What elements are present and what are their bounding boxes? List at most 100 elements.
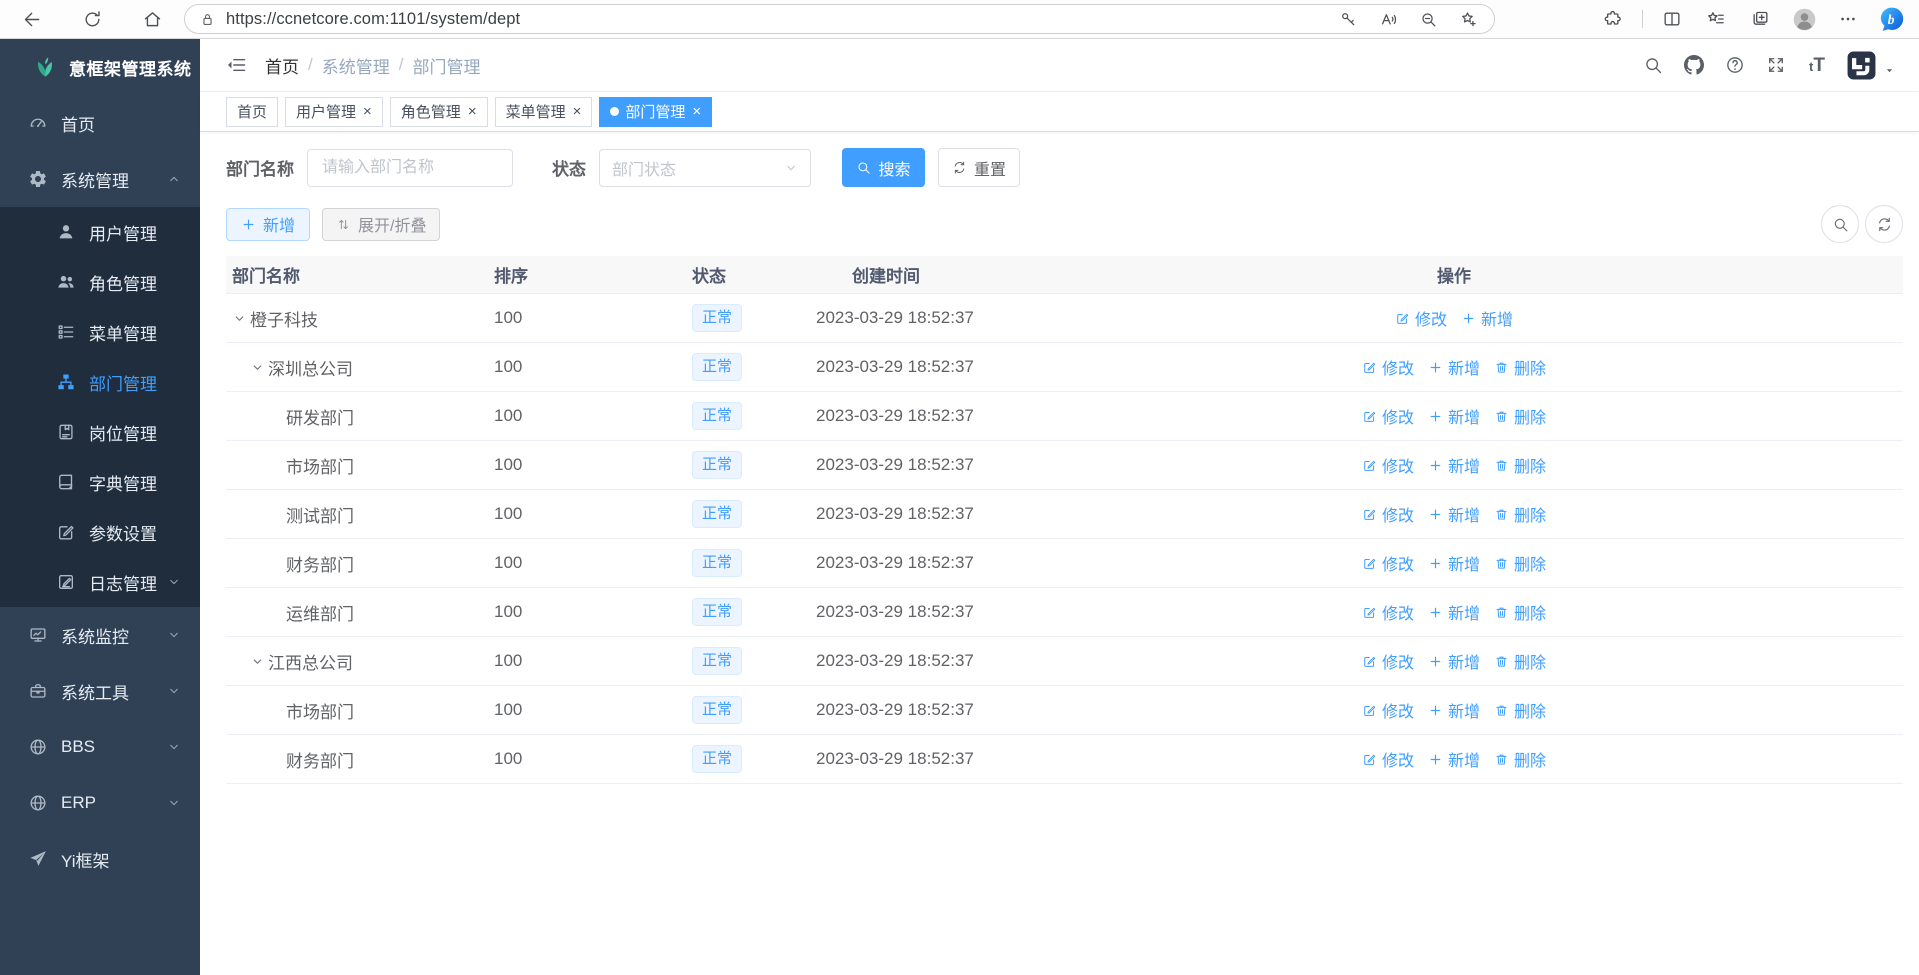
sidebar-item-user-mgmt[interactable]: 用户管理 <box>0 207 200 257</box>
zoom-out-button[interactable] <box>1416 3 1440 35</box>
profile-button[interactable] <box>1789 3 1819 35</box>
sidebar-item-role-mgmt[interactable]: 角色管理 <box>0 257 200 307</box>
close-icon[interactable]: × <box>573 104 582 119</box>
add-button[interactable]: 新增 <box>226 208 310 241</box>
key-button[interactable] <box>1336 3 1360 35</box>
table-row-marketing-dept-jx: 市场部门100正常2023-03-29 18:52:37修改新增删除 <box>226 686 1903 735</box>
add-link[interactable]: 新增 <box>1428 551 1480 575</box>
close-icon[interactable]: × <box>468 104 477 119</box>
address-bar[interactable]: https://ccnetcore.com:1101/system/dept <box>184 4 1495 34</box>
modify-link[interactable]: 修改 <box>1362 453 1414 477</box>
add-link[interactable]: 新增 <box>1428 453 1480 477</box>
header-search-button[interactable] <box>1640 49 1666 81</box>
sidebar-item-erp[interactable]: ERP <box>0 775 200 831</box>
sidebar-item-menu-mgmt[interactable]: 菜单管理 <box>0 307 200 357</box>
dept-name-cell: 江西总公司 <box>226 649 494 674</box>
expand-caret-icon[interactable] <box>250 360 265 375</box>
modify-link[interactable]: 修改 <box>1362 698 1414 722</box>
sidebar-item-dict-mgmt[interactable]: 字典管理 <box>0 457 200 507</box>
action-label: 删除 <box>1514 698 1546 722</box>
browser-action-buttons: b <box>1507 3 1907 35</box>
menu-fold-icon[interactable] <box>226 54 248 76</box>
modify-link[interactable]: 修改 <box>1362 502 1414 526</box>
github-button[interactable] <box>1681 49 1707 81</box>
dept-name-input[interactable] <box>307 149 513 187</box>
sidebar-item-param-settings[interactable]: 参数设置 <box>0 507 200 557</box>
collections-button[interactable] <box>1745 3 1775 35</box>
sidebar-item-yi-framework[interactable]: Yi框架 <box>0 831 200 887</box>
font-size-button[interactable]: tT <box>1804 49 1830 81</box>
add-link[interactable]: 新增 <box>1428 404 1480 428</box>
bing-button[interactable]: b <box>1877 3 1907 35</box>
favorite-add-button[interactable] <box>1456 3 1480 35</box>
user-avatar[interactable] <box>1846 50 1895 81</box>
menu-list-icon <box>56 322 76 342</box>
search-circle-button[interactable] <box>1821 205 1859 243</box>
add-link[interactable]: 新增 <box>1428 355 1480 379</box>
tools-icon <box>28 681 48 701</box>
home-button[interactable] <box>132 3 172 35</box>
reset-button[interactable]: 重置 <box>938 148 1020 187</box>
modify-link[interactable]: 修改 <box>1362 551 1414 575</box>
delete-link[interactable]: 删除 <box>1494 747 1546 771</box>
extensions-button[interactable] <box>1598 3 1628 35</box>
sidebar-item-dept-mgmt[interactable]: 部门管理 <box>0 357 200 407</box>
modify-link[interactable]: 修改 <box>1362 404 1414 428</box>
action-label: 删除 <box>1514 649 1546 673</box>
tab-role-mgmt[interactable]: 角色管理× <box>390 97 488 127</box>
sidebar-item-bbs[interactable]: BBS <box>0 719 200 775</box>
close-icon[interactable]: × <box>692 104 701 119</box>
plus-icon <box>1428 360 1443 375</box>
expand-collapse-button[interactable]: 展开/折叠 <box>322 208 440 241</box>
add-link[interactable]: 新增 <box>1428 698 1480 722</box>
tab-home[interactable]: 首页 <box>226 97 278 127</box>
modify-link[interactable]: 修改 <box>1362 600 1414 624</box>
delete-link[interactable]: 删除 <box>1494 404 1546 428</box>
actions-cell: 修改新增删除 <box>1344 551 1564 575</box>
refresh-circle-button[interactable] <box>1865 205 1903 243</box>
sidebar-item-home[interactable]: 首页 <box>0 95 200 151</box>
expand-caret-icon[interactable] <box>232 311 247 326</box>
delete-link[interactable]: 删除 <box>1494 698 1546 722</box>
search-button[interactable]: 搜索 <box>842 148 925 187</box>
add-link[interactable]: 新增 <box>1428 747 1480 771</box>
delete-link[interactable]: 删除 <box>1494 551 1546 575</box>
chevron-down-icon <box>167 684 181 698</box>
help-button[interactable] <box>1722 49 1748 81</box>
add-link[interactable]: 新增 <box>1461 306 1513 330</box>
back-button[interactable] <box>12 3 52 35</box>
sidebar-item-system-tools[interactable]: 系统工具 <box>0 663 200 719</box>
expand-caret-icon[interactable] <box>250 654 265 669</box>
delete-link[interactable]: 删除 <box>1494 355 1546 379</box>
close-icon[interactable]: × <box>363 104 372 119</box>
reload-button[interactable] <box>72 3 112 35</box>
fullscreen-button[interactable] <box>1763 49 1789 81</box>
sidebar-item-post-mgmt[interactable]: 岗位管理 <box>0 407 200 457</box>
modify-link[interactable]: 修改 <box>1395 306 1447 330</box>
breadcrumb-item[interactable]: 首页 <box>265 53 299 78</box>
modify-link[interactable]: 修改 <box>1362 649 1414 673</box>
tab-user-mgmt[interactable]: 用户管理× <box>285 97 383 127</box>
favorites-button[interactable] <box>1701 3 1731 35</box>
more-button[interactable] <box>1833 3 1863 35</box>
modify-link[interactable]: 修改 <box>1362 355 1414 379</box>
status-badge: 正常 <box>692 451 742 479</box>
delete-link[interactable]: 删除 <box>1494 453 1546 477</box>
delete-link[interactable]: 删除 <box>1494 649 1546 673</box>
app-logo: 意框架管理系统 <box>0 39 200 95</box>
delete-link[interactable]: 删除 <box>1494 600 1546 624</box>
sidebar-item-system-mgmt[interactable]: 系统管理 <box>0 151 200 207</box>
read-aloud-button[interactable] <box>1376 3 1400 35</box>
add-link[interactable]: 新增 <box>1428 600 1480 624</box>
status-select[interactable]: 部门状态 <box>599 149 811 187</box>
sidebar-item-system-monitor[interactable]: 系统监控 <box>0 607 200 663</box>
tab-menu-mgmt[interactable]: 菜单管理× <box>495 97 593 127</box>
breadcrumb-item: 系统管理 <box>322 53 390 78</box>
delete-link[interactable]: 删除 <box>1494 502 1546 526</box>
add-link[interactable]: 新增 <box>1428 649 1480 673</box>
split-screen-button[interactable] <box>1657 3 1687 35</box>
tab-dept-mgmt[interactable]: 部门管理× <box>599 97 712 127</box>
modify-link[interactable]: 修改 <box>1362 747 1414 771</box>
sidebar-item-log-mgmt[interactable]: 日志管理 <box>0 557 200 607</box>
add-link[interactable]: 新增 <box>1428 502 1480 526</box>
